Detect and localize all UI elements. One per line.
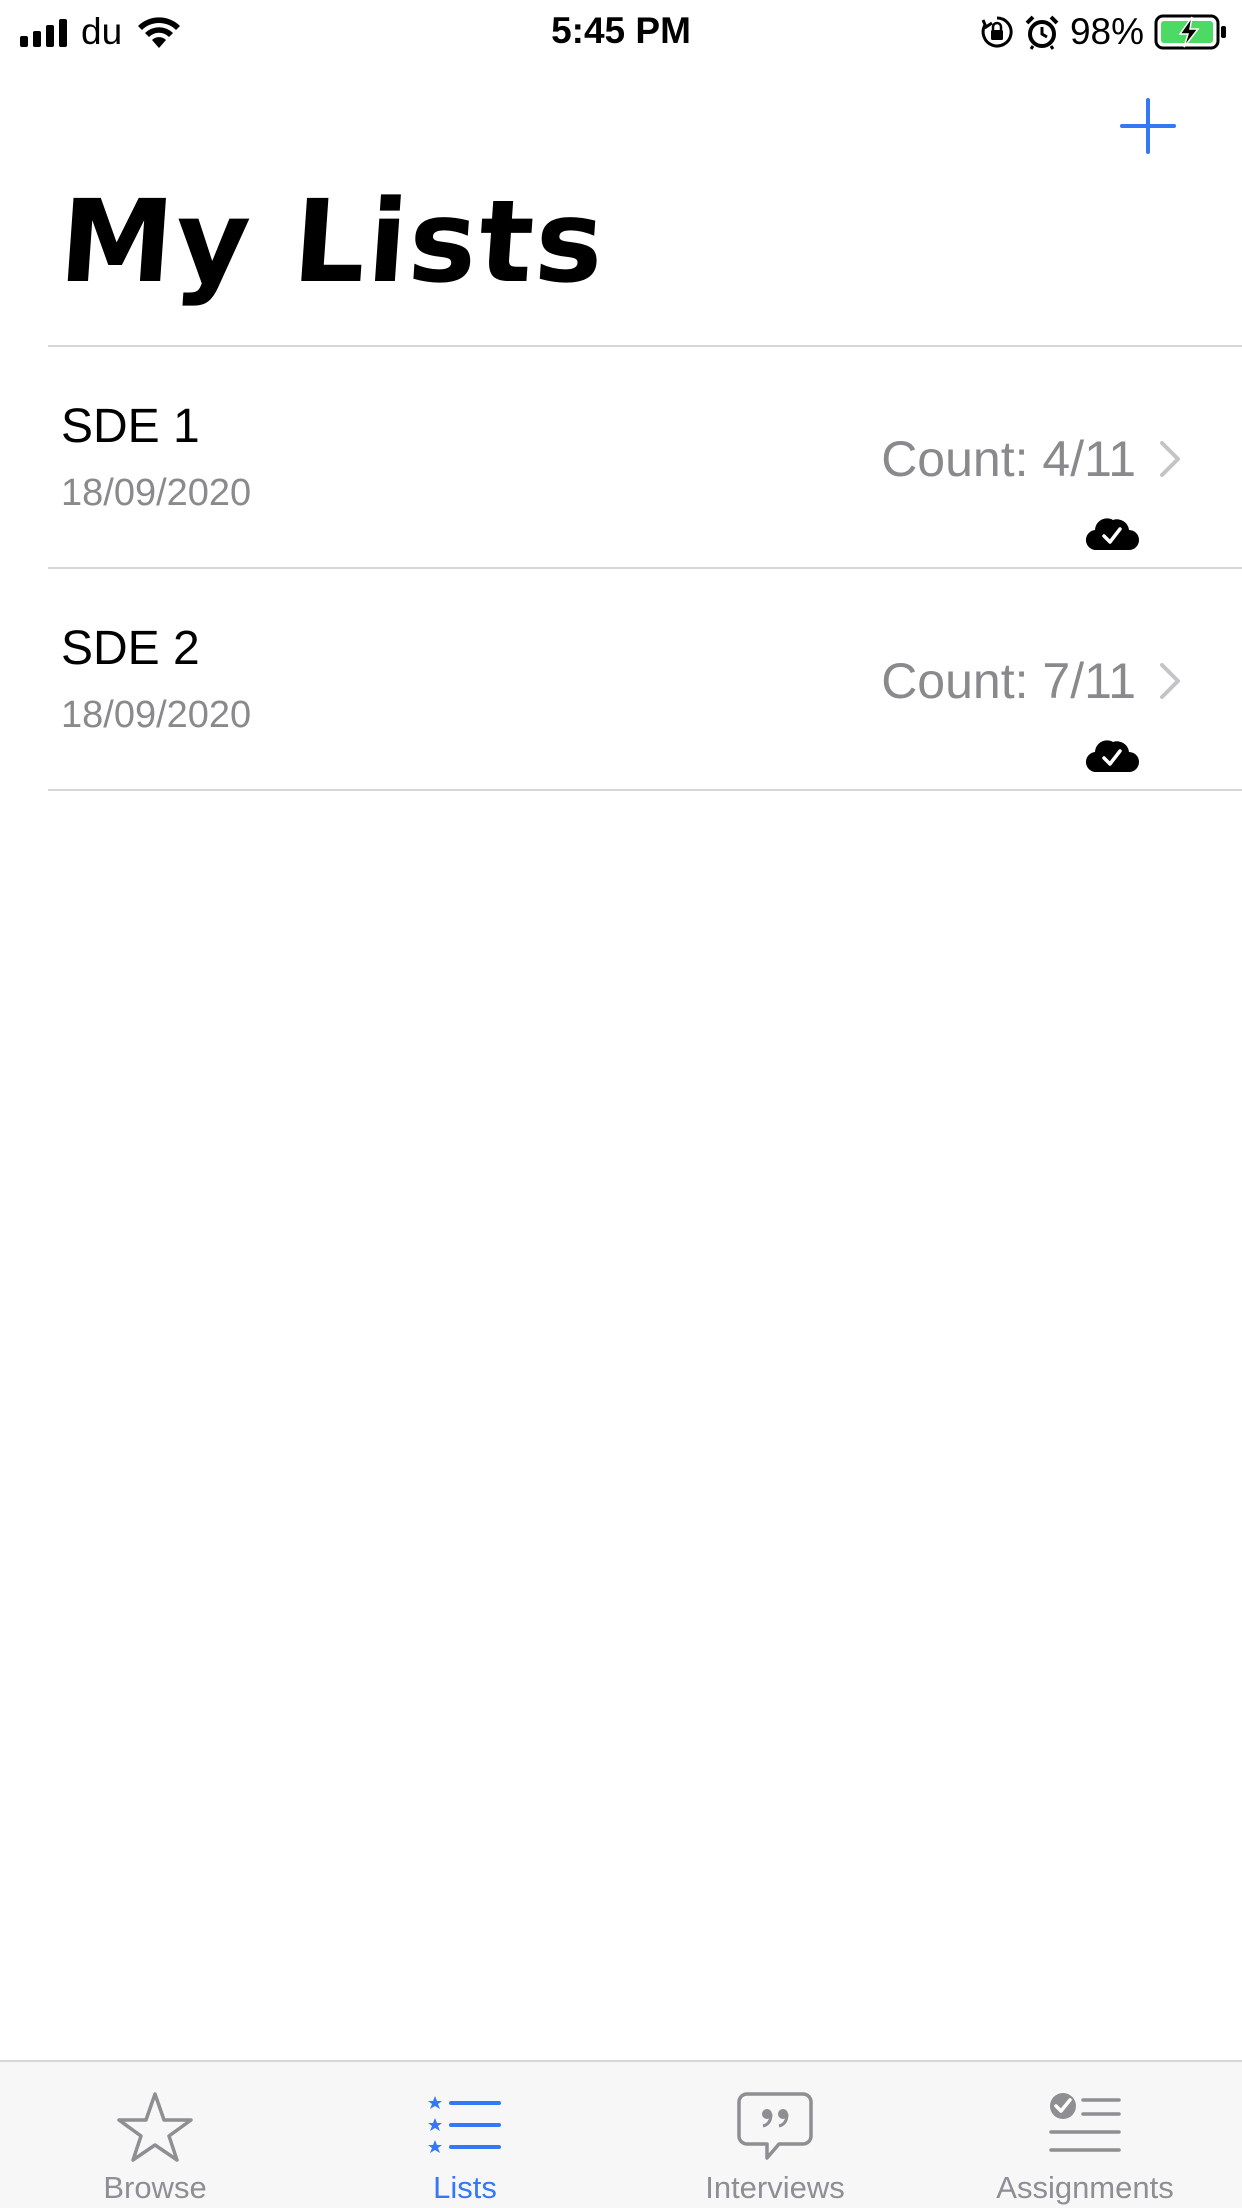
tab-label: Lists (433, 2170, 497, 2205)
divider (48, 789, 1242, 791)
battery-charging-icon (1154, 14, 1226, 50)
status-bar: du 5:45 PM 98% (0, 0, 1242, 62)
chevron-right-icon (1160, 663, 1180, 699)
tab-label: Interviews (705, 2170, 845, 2205)
tab-interviews[interactable]: Interviews (620, 2062, 930, 2208)
list-icon (428, 2096, 501, 2153)
tab-browse[interactable]: Browse (0, 2062, 310, 2208)
status-right: 98% (980, 10, 1228, 54)
list-item-count: Count: 4/11 (881, 431, 1136, 487)
checklist-icon (1049, 2093, 1121, 2152)
alarm-icon (1025, 15, 1059, 50)
tab-label: Browse (103, 2170, 207, 2205)
quote-bubble-icon (737, 2092, 813, 2160)
tab-bar: Browse Lists Interviews Assignments (0, 2060, 1242, 2208)
list-item-date: 18/09/2020 (61, 472, 252, 514)
list-item[interactable]: SDE 2 18/09/2020 Count: 7/11 (0, 569, 1242, 789)
orientation-lock-icon (981, 16, 1013, 48)
chevron-right-icon (1160, 441, 1180, 477)
list-item-count: Count: 7/11 (881, 653, 1136, 709)
cloud-check-icon (1085, 518, 1139, 551)
tab-lists[interactable]: Lists (310, 2062, 620, 2208)
add-list-button[interactable] (1118, 96, 1178, 156)
list-item-title: SDE 2 (61, 622, 200, 675)
list-item[interactable]: SDE 1 18/09/2020 Count: 4/11 (0, 347, 1242, 567)
page-title: My Lists (55, 175, 611, 308)
battery-percentage: 98% (1069, 11, 1144, 52)
list-item-title: SDE 1 (61, 400, 200, 453)
cloud-check-icon (1085, 740, 1139, 773)
list-item-date: 18/09/2020 (61, 694, 252, 736)
star-icon (117, 2092, 193, 2162)
tab-label: Assignments (996, 2170, 1174, 2205)
tab-assignments[interactable]: Assignments (930, 2062, 1240, 2208)
